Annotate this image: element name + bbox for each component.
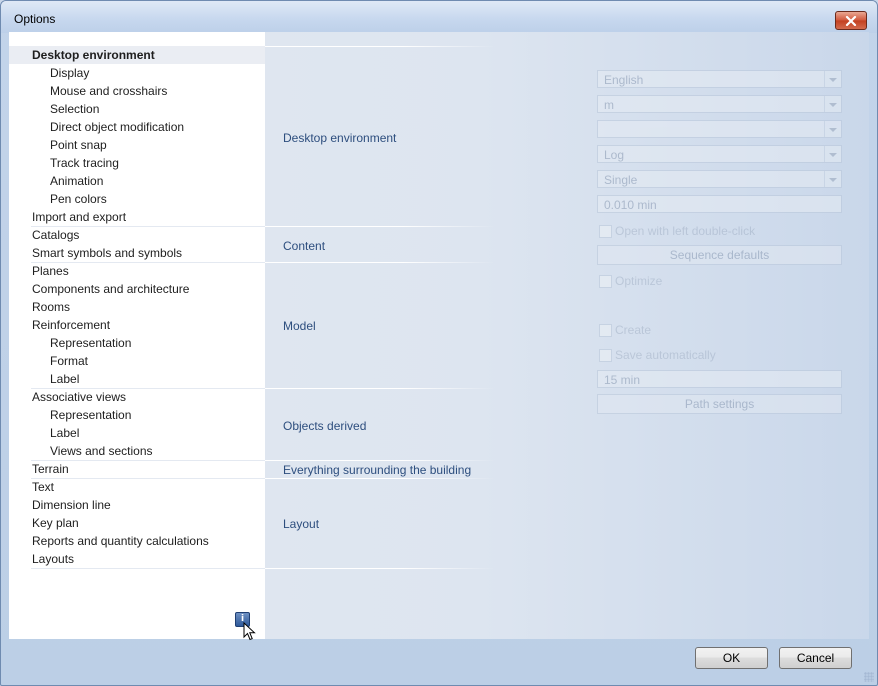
- tree-item-direct-object-modification[interactable]: Direct object modification: [50, 118, 184, 136]
- open-double-click-label: Open with left double-click: [615, 224, 756, 238]
- tree-item-mouse-crosshairs[interactable]: Mouse and crosshairs: [50, 82, 167, 100]
- tree-item-planes[interactable]: Planes: [32, 262, 69, 280]
- tree-item-views-sections[interactable]: Views and sections: [50, 442, 153, 460]
- chevron-down-icon: [824, 71, 841, 87]
- section-objects-derived[interactable]: Objects derived: [283, 419, 366, 433]
- window-title: Options: [14, 12, 56, 26]
- tree-item-catalogs[interactable]: Catalogs: [32, 226, 79, 244]
- section-everything-surrounding[interactable]: Everything surrounding the building: [283, 463, 471, 477]
- tree-item-reinforcement-label[interactable]: Label: [50, 370, 79, 388]
- tree-item-animation[interactable]: Animation: [50, 172, 103, 190]
- section-divider: [265, 460, 495, 461]
- section-desktop-environment[interactable]: Desktop environment: [283, 131, 396, 145]
- save-interval-field[interactable]: 15 min: [597, 370, 842, 388]
- display-mode-dropdown[interactable]: Log: [597, 145, 842, 163]
- sequence-defaults-button[interactable]: Sequence defaults: [597, 245, 842, 265]
- options-dialog: Options Desktop environment Display Mous…: [0, 0, 878, 686]
- tree-item-point-snap[interactable]: Point snap: [50, 136, 107, 154]
- tree-item-desktop-environment[interactable]: Desktop environment: [9, 46, 265, 64]
- tree-item-reinforcement[interactable]: Reinforcement: [32, 316, 110, 334]
- section-divider: [265, 262, 495, 263]
- resize-grip-icon[interactable]: [864, 672, 874, 682]
- close-button[interactable]: [835, 11, 867, 30]
- section-divider: [265, 226, 495, 227]
- tree-item-import-export[interactable]: Import and export: [32, 208, 126, 226]
- empty-dropdown[interactable]: [597, 120, 842, 138]
- tree-item-track-tracing[interactable]: Track tracing: [50, 154, 119, 172]
- window-mode-value: Single: [604, 173, 638, 187]
- tree-item-reinforcement-representation[interactable]: Representation: [50, 334, 131, 352]
- tree-item-reports[interactable]: Reports and quantity calculations: [32, 532, 209, 550]
- section-divider: [265, 388, 495, 389]
- tree-item-views-representation[interactable]: Representation: [50, 406, 131, 424]
- window-mode-dropdown[interactable]: Single: [597, 170, 842, 188]
- open-double-click-checkbox[interactable]: [599, 225, 612, 238]
- options-content-panel: Desktop environment Content Model Object…: [265, 32, 869, 639]
- tree-item-associative-views[interactable]: Associative views: [32, 388, 126, 406]
- chevron-down-icon: [824, 146, 841, 162]
- create-checkbox[interactable]: [599, 324, 612, 337]
- section-divider: [265, 46, 495, 47]
- tree-item-rooms[interactable]: Rooms: [32, 298, 70, 316]
- create-label: Create: [615, 323, 652, 337]
- tree-item-views-label[interactable]: Label: [50, 424, 79, 442]
- tree-item-display[interactable]: Display: [50, 64, 89, 82]
- tree-separator: [31, 478, 265, 479]
- display-mode-value: Log: [604, 148, 625, 162]
- section-divider: [265, 568, 495, 569]
- section-content[interactable]: Content: [283, 239, 325, 253]
- save-automatically-checkbox[interactable]: [599, 349, 612, 362]
- language-value: English: [604, 73, 644, 87]
- ok-button[interactable]: OK: [695, 647, 768, 669]
- path-settings-button[interactable]: Path settings: [597, 394, 842, 414]
- title-bar[interactable]: Options: [1, 1, 877, 33]
- tree-item-key-plan[interactable]: Key plan: [32, 514, 79, 532]
- tree-item-pen-colors[interactable]: Pen colors: [50, 190, 107, 208]
- chevron-down-icon: [824, 171, 841, 187]
- time-value: 0.010 min: [604, 198, 657, 212]
- options-tree[interactable]: Desktop environment Display Mouse and cr…: [9, 32, 265, 641]
- tree-item-selection[interactable]: Selection: [50, 100, 99, 118]
- tree-item-terrain[interactable]: Terrain: [32, 460, 69, 478]
- tree-item-components-architecture[interactable]: Components and architecture: [32, 280, 189, 298]
- optimize-checkbox[interactable]: [599, 275, 612, 288]
- mouse-pointer-icon: [243, 622, 256, 641]
- tree-item-smart-symbols[interactable]: Smart symbols and symbols: [32, 244, 182, 262]
- tree-item-layouts[interactable]: Layouts: [32, 550, 74, 568]
- tree-item-dimension-line[interactable]: Dimension line: [32, 496, 111, 514]
- time-field[interactable]: 0.010 min: [597, 195, 842, 213]
- chevron-down-icon: [824, 96, 841, 112]
- unit-dropdown[interactable]: m: [597, 95, 842, 113]
- dialog-client-area: Desktop environment Display Mouse and cr…: [9, 32, 869, 641]
- language-dropdown[interactable]: English: [597, 70, 842, 88]
- save-interval-value: 15 min: [604, 373, 641, 387]
- tree-item-text[interactable]: Text: [32, 478, 54, 496]
- section-layout[interactable]: Layout: [283, 517, 319, 531]
- optimize-label: Optimize: [615, 274, 663, 288]
- chevron-down-icon: [824, 121, 841, 137]
- section-divider: [265, 478, 495, 479]
- section-model[interactable]: Model: [283, 319, 316, 333]
- save-automatically-label: Save automatically: [615, 348, 716, 362]
- tree-separator: [31, 568, 265, 569]
- close-icon: [845, 15, 857, 26]
- tree-item-format[interactable]: Format: [50, 352, 88, 370]
- unit-value: m: [604, 98, 614, 112]
- cancel-button[interactable]: Cancel: [779, 647, 852, 669]
